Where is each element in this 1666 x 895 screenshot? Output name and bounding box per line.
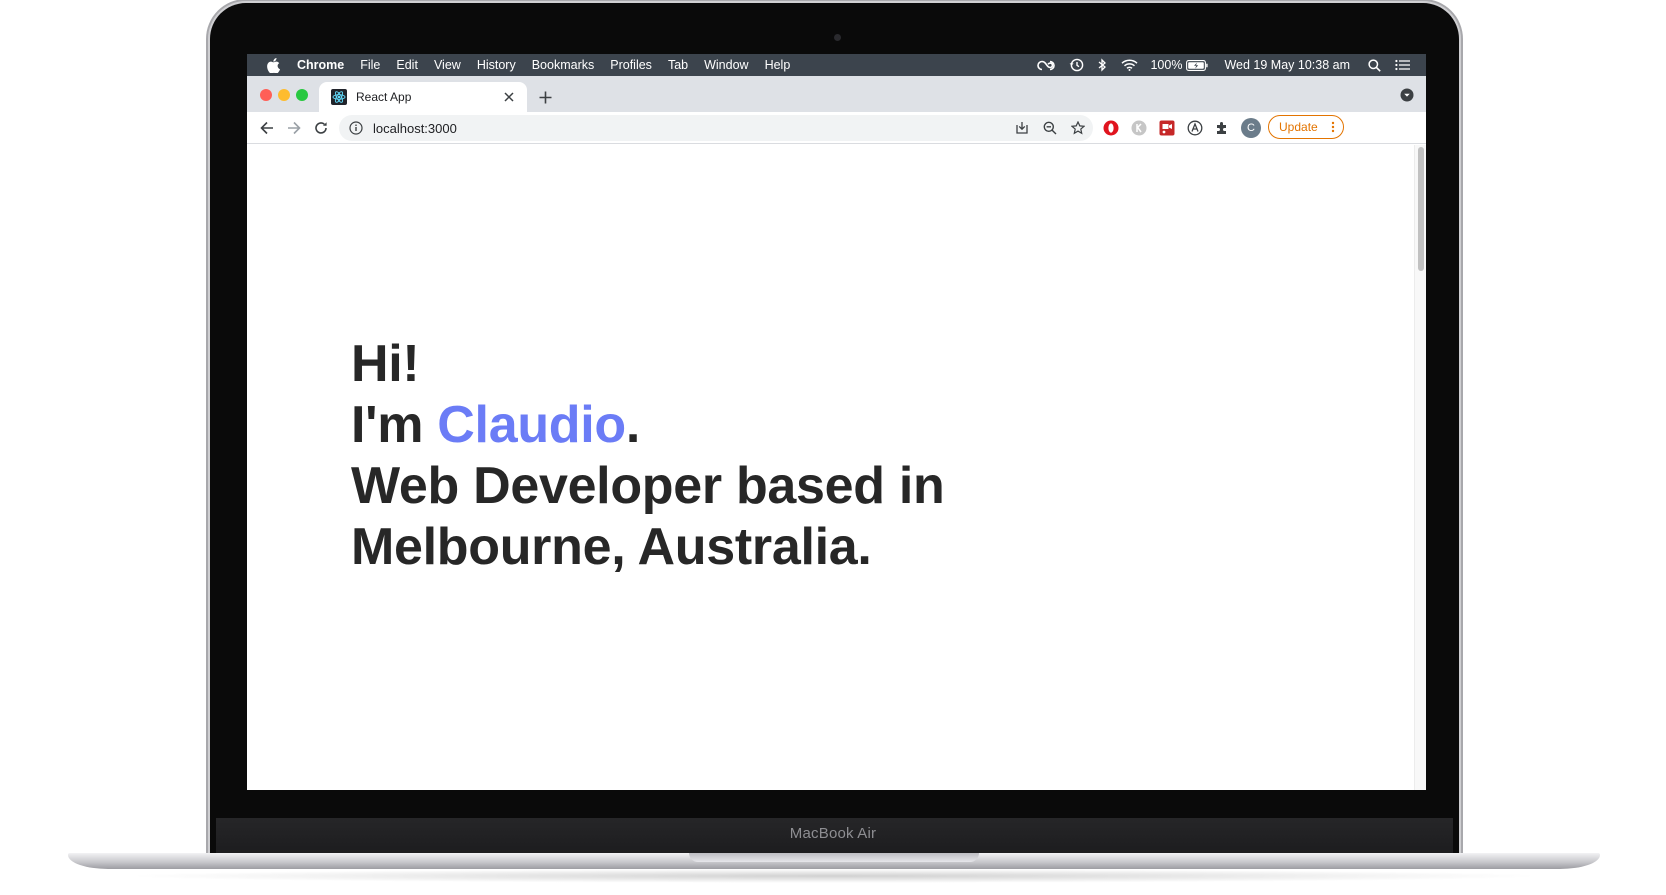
time-machine-icon[interactable] [1069, 58, 1084, 72]
tab-strip: React App [247, 76, 1426, 112]
hero-name: Claudio [437, 396, 626, 454]
page-scrollbar[interactable] [1414, 145, 1426, 790]
webcam [834, 34, 841, 41]
minimize-window-button[interactable] [278, 89, 290, 101]
omnibox-actions [1003, 121, 1085, 135]
menu-app-name[interactable]: Chrome [297, 58, 344, 72]
tab-search-icon[interactable] [1400, 88, 1414, 102]
zoom-icon[interactable] [1043, 121, 1057, 135]
react-icon [331, 89, 347, 105]
close-tab-icon[interactable] [499, 87, 519, 107]
hero-intro: I'm Claudio. [351, 395, 945, 456]
menu-window[interactable]: Window [704, 58, 748, 72]
site-info-icon[interactable] [349, 121, 363, 135]
new-tab-button[interactable] [534, 86, 556, 108]
menu-profiles[interactable]: Profiles [610, 58, 652, 72]
device-label: MacBook Air [789, 825, 877, 842]
tab-react-app[interactable]: React App [319, 82, 527, 112]
more-options-icon[interactable] [1331, 121, 1335, 133]
hero-greeting: Hi! [351, 335, 420, 393]
reload-button[interactable] [309, 116, 333, 140]
menu-bookmarks[interactable]: Bookmarks [532, 58, 595, 72]
menubar-clock[interactable]: Wed 19 May 10:38 am [1224, 58, 1350, 72]
creative-cloud-icon[interactable] [1037, 59, 1056, 71]
apple-icon[interactable] [267, 57, 281, 73]
k-extension-icon[interactable] [1130, 119, 1148, 137]
control-center-icon[interactable] [1395, 59, 1410, 71]
battery-icon[interactable] [1186, 59, 1209, 71]
tab-title: React App [356, 90, 412, 104]
wifi-icon[interactable] [1121, 59, 1138, 71]
address-bar[interactable]: localhost:3000 [339, 115, 1093, 141]
menu-edit[interactable]: Edit [396, 58, 418, 72]
menu-file[interactable]: File [360, 58, 380, 72]
profile-avatar[interactable]: C [1241, 118, 1261, 138]
page-viewport: Hi! I'm Claudio. Web Developer based in … [247, 145, 1426, 790]
menu-view[interactable]: View [434, 58, 461, 72]
mac-menubar: Chrome File Edit View History Bookmarks … [247, 54, 1426, 76]
spotlight-icon[interactable] [1368, 58, 1381, 72]
screen: Chrome File Edit View History Bookmarks … [247, 54, 1426, 790]
hero-intro-suffix: . [625, 396, 641, 454]
forward-button[interactable] [282, 116, 306, 140]
battery-percentage: 100% [1150, 58, 1183, 72]
laptop-notch [689, 853, 979, 862]
hero-heading: Hi! I'm Claudio. Web Developer based in … [351, 334, 945, 578]
hero-role: Web Developer based in [351, 457, 945, 515]
update-button[interactable]: Update [1268, 115, 1344, 139]
laptop-shadow [120, 869, 1548, 883]
menu-history[interactable]: History [477, 58, 516, 72]
back-button[interactable] [255, 116, 279, 140]
menu-tab[interactable]: Tab [668, 58, 688, 72]
fullscreen-window-button[interactable] [296, 89, 308, 101]
hero-location: Melbourne, Australia. [351, 518, 872, 576]
update-label: Update [1279, 120, 1318, 134]
menubar-status-area: 100% Wed 19 May 10:38 am [1023, 54, 1410, 76]
menu-help[interactable]: Help [765, 58, 791, 72]
puzzle-icon[interactable] [1213, 119, 1231, 137]
opera-icon[interactable] [1102, 119, 1120, 137]
url-text[interactable]: localhost:3000 [373, 121, 1003, 136]
bluetooth-icon[interactable] [1098, 58, 1107, 72]
install-app-icon[interactable] [1015, 121, 1029, 135]
close-window-button[interactable] [260, 89, 272, 101]
scrollbar-thumb[interactable] [1418, 147, 1424, 271]
browser-toolbar: localhost:3000 C Update [247, 112, 1426, 144]
bookmark-star-icon[interactable] [1071, 121, 1085, 135]
hero-intro-prefix: I'm [351, 396, 438, 454]
a-extension-icon[interactable] [1186, 119, 1204, 137]
screen-recorder-icon[interactable] [1158, 119, 1176, 137]
